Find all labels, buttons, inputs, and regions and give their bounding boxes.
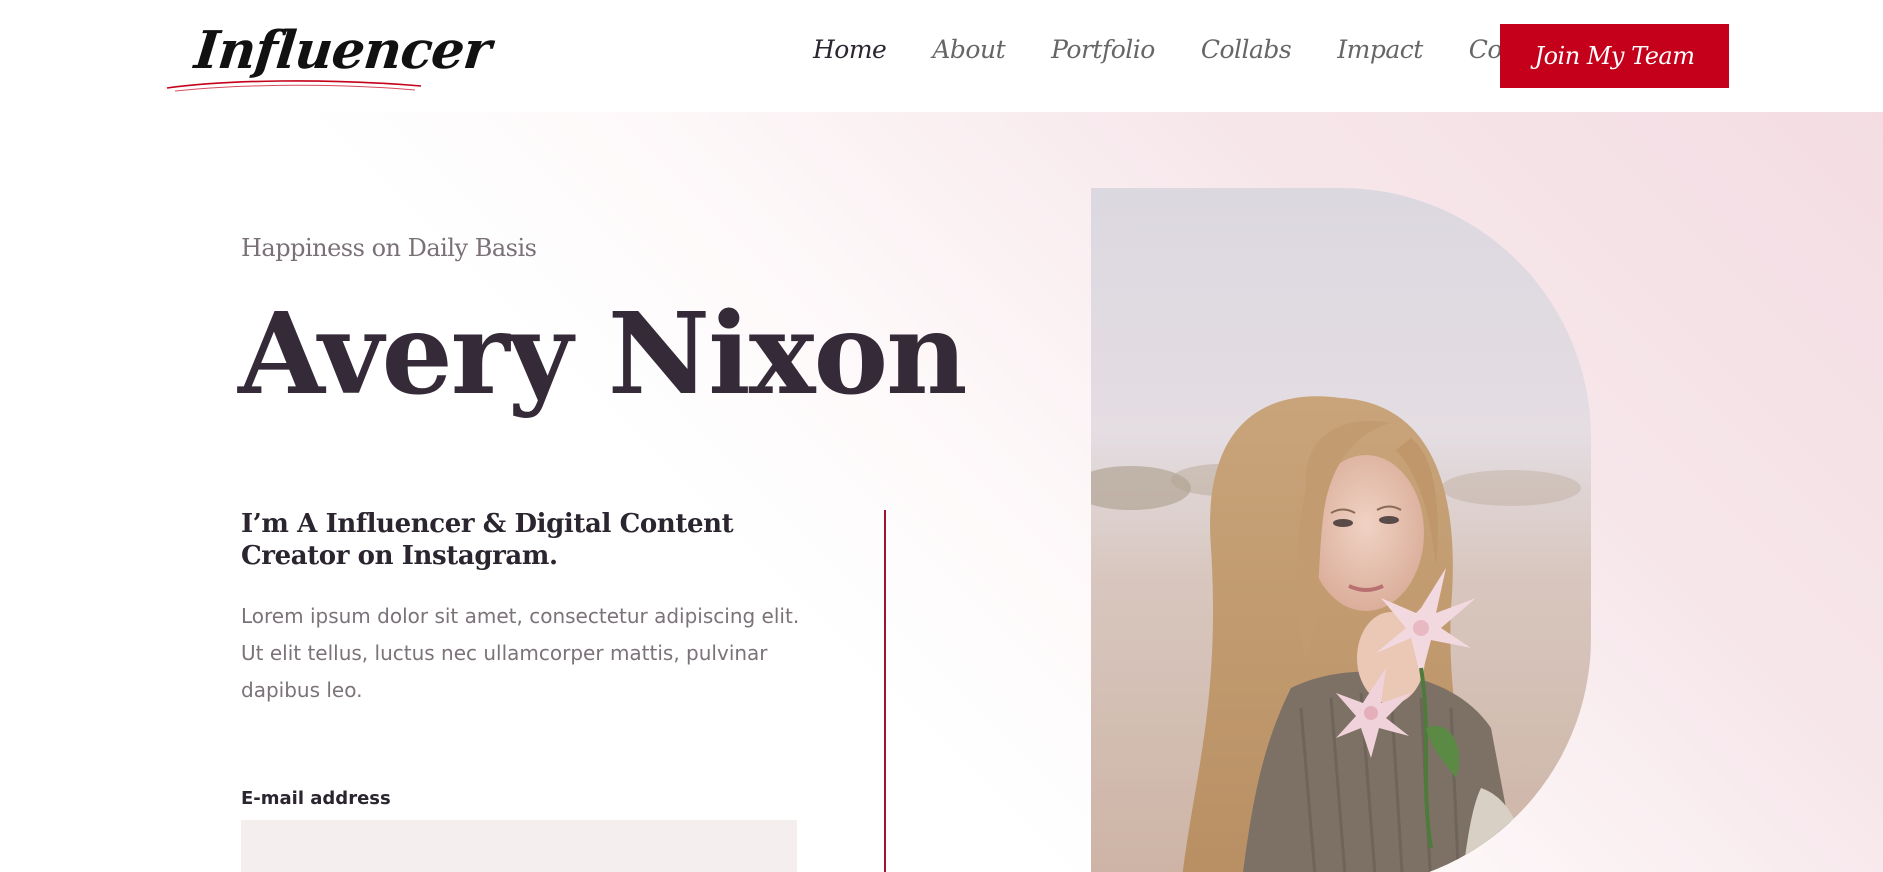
nav-collabs[interactable]: Collabs — [1178, 30, 1314, 70]
email-label: E-mail address — [241, 788, 391, 809]
hero-background — [0, 112, 1883, 872]
hero-tagline: Happiness on Daily Basis — [241, 234, 537, 262]
join-my-team-button[interactable]: Join My Team — [1500, 24, 1729, 88]
site-header: Influencer Home About Portfolio Collabs … — [0, 0, 1883, 112]
hero-name: Avery Nixon — [238, 289, 968, 420]
nav-about[interactable]: About — [909, 30, 1028, 70]
nav-portfolio[interactable]: Portfolio — [1028, 30, 1178, 70]
portrait-photo — [1091, 188, 1591, 872]
nav-home[interactable]: Home — [790, 30, 909, 70]
logo-text: Influencer — [191, 20, 494, 81]
nav-impact[interactable]: Impact — [1314, 30, 1446, 70]
hero-subhead: I’m A Influencer & Digital Content Creat… — [241, 509, 734, 571]
logo-underline-swash — [166, 80, 422, 92]
main-nav: Home About Portfolio Collabs Impact Cont… — [790, 30, 1588, 70]
logo[interactable]: Influencer — [165, 14, 493, 104]
vertical-divider — [884, 510, 886, 872]
hero-body-text: Lorem ipsum dolor sit amet, consectetur … — [241, 604, 800, 702]
portrait-illustration — [1091, 188, 1591, 872]
email-field[interactable] — [241, 820, 797, 872]
